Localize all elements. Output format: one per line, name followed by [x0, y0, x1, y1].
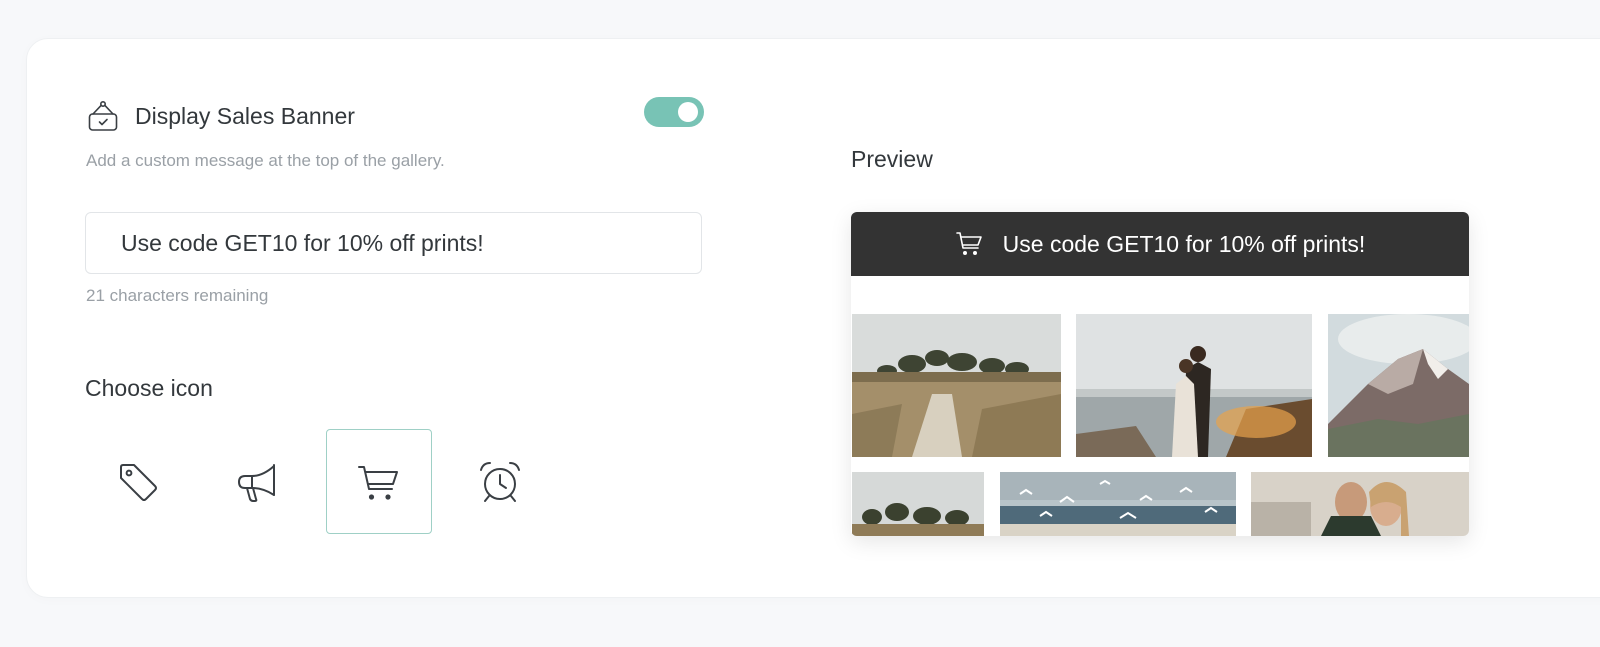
trees-landscape-photo: [852, 472, 984, 536]
banner-setting-subtitle: Add a custom message at the top of the g…: [86, 151, 445, 170]
couple-at-sea-photo: [1076, 314, 1312, 457]
display-banner-toggle[interactable]: [644, 97, 704, 127]
banner-setting-header: Display Sales Banner: [85, 98, 355, 134]
store-sign-icon: [88, 100, 118, 131]
gallery-preview: Use code GET10 for 10% off prints!: [851, 212, 1469, 536]
preview-banner-text: Use code GET10 for 10% off prints!: [1002, 230, 1366, 257]
alarm-clock-icon: [480, 461, 520, 502]
icon-option-megaphone[interactable]: [205, 429, 311, 534]
toggle-knob: [678, 102, 698, 122]
cart-icon: [955, 232, 982, 255]
megaphone-icon: [238, 463, 275, 502]
tag-icon: [120, 463, 157, 501]
seagulls-beach-photo: [1000, 472, 1236, 536]
coastal-path-photo: [852, 314, 1061, 457]
couple-portrait-photo: [1251, 472, 1469, 536]
preview-label: Preview: [851, 146, 933, 172]
icon-option-alarm-clock[interactable]: [447, 429, 553, 534]
cart-icon: [358, 465, 398, 500]
characters-remaining: 21 characters remaining: [86, 286, 269, 305]
icon-option-cart[interactable]: [326, 429, 432, 534]
choose-icon-label: Choose icon: [85, 375, 213, 401]
banner-message-input[interactable]: [85, 212, 702, 274]
preview-sales-banner: Use code GET10 for 10% off prints!: [851, 212, 1469, 276]
icon-option-tag[interactable]: [85, 429, 191, 534]
mountain-peak-photo: [1328, 314, 1469, 457]
banner-setting-title: Display Sales Banner: [135, 102, 355, 129]
